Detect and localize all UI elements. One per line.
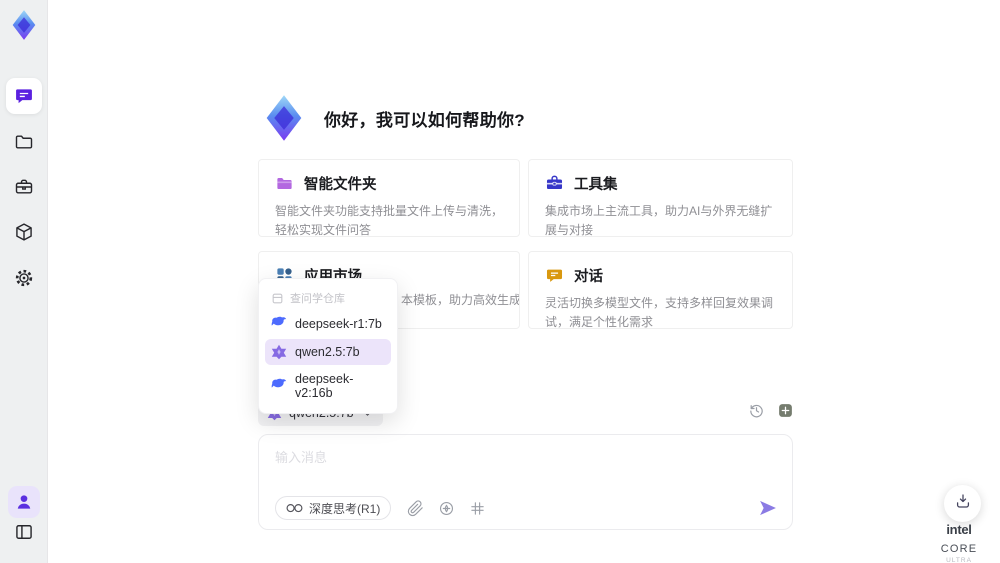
- composer-icons: [407, 499, 486, 517]
- intel-core-badge: intel core ultra: [926, 521, 992, 563]
- user-icon: [14, 492, 34, 512]
- sidebar: [0, 0, 48, 563]
- deep-think-toggle[interactable]: 深度思考(R1): [275, 496, 392, 520]
- card-desc: 灵活切换多模型文件，支持多样回复效果调试，满足个性化需求: [545, 296, 774, 329]
- card-chat[interactable]: 对话 灵活切换多模型文件，支持多样回复效果调试，满足个性化需求: [528, 251, 793, 329]
- greeting-title: 你好，我可以如何帮助你?: [324, 110, 525, 130]
- folder-filled-icon: [275, 174, 294, 193]
- intel-logo-text: intel: [946, 522, 972, 537]
- repo-icon: [271, 292, 284, 305]
- card-smart-folders[interactable]: 智能文件夹 智能文件夹功能支持批量文件上传与清洗，轻松实现文件问答: [258, 159, 520, 237]
- card-title: 对话: [574, 269, 603, 285]
- globe-icon[interactable]: [438, 500, 455, 517]
- download-icon: [954, 492, 972, 515]
- sidebar-item-models[interactable]: [6, 214, 42, 250]
- chat-icon: [14, 86, 34, 106]
- model-option-deepseek-v2[interactable]: deepseek-v2:16b: [265, 367, 391, 405]
- model-option-label: deepseek-v2:16b: [295, 372, 354, 400]
- deepseek-icon: [271, 378, 287, 394]
- assistant-logo-icon: [258, 92, 310, 144]
- composer: 深度思考(R1): [258, 434, 793, 530]
- chat-actions: [748, 402, 794, 419]
- download-button[interactable]: [944, 485, 981, 522]
- sidebar-item-folders[interactable]: [6, 124, 42, 160]
- cube-icon: [14, 222, 34, 242]
- deepthink-icon: [286, 503, 303, 514]
- sidebar-item-settings[interactable]: [6, 260, 42, 296]
- history-icon[interactable]: [748, 402, 765, 419]
- model-dropdown: 查问学仓库 deepseek-r1:7b qwen2.5:7b deepseek…: [258, 278, 398, 414]
- send-icon[interactable]: [758, 498, 778, 518]
- model-option-deepseek-r1[interactable]: deepseek-r1:7b: [265, 311, 391, 337]
- card-desc: 智能文件夹功能支持批量文件上传与清洗，轻松实现文件问答: [275, 204, 504, 237]
- card-desc-fragment: 本模板，助力高效生成多: [401, 293, 520, 307]
- ultra-logo-text: ultra: [946, 557, 972, 563]
- model-dropdown-header-label: 查问学仓库: [290, 293, 345, 305]
- app-window: 你好，我可以如何帮助你? 智能文件夹 智能文件夹功能支持批量文件上传与清洗，轻松…: [0, 0, 1000, 563]
- sidebar-item-collapse[interactable]: [6, 514, 42, 550]
- gear-icon: [14, 268, 34, 288]
- model-dropdown-header: 查问学仓库: [259, 283, 397, 309]
- hash-grid-icon[interactable]: [469, 500, 486, 517]
- card-toolset[interactable]: 工具集 集成市场上主流工具，助力AI与外界无缝扩展与对接: [528, 159, 793, 237]
- card-title: 智能文件夹: [304, 177, 377, 193]
- panel-icon: [14, 522, 34, 542]
- new-chat-icon[interactable]: [777, 402, 794, 419]
- briefcase-icon: [14, 177, 34, 197]
- deepseek-icon: [271, 316, 287, 332]
- paperclip-icon[interactable]: [407, 499, 424, 517]
- app-logo-icon[interactable]: [7, 8, 41, 42]
- chat-filled-icon: [545, 266, 564, 285]
- core-logo-text: core: [940, 542, 978, 555]
- model-option-label: qwen2.5:7b: [295, 345, 360, 359]
- folder-icon: [14, 132, 34, 152]
- sidebar-item-toolset[interactable]: [6, 169, 42, 205]
- model-option-qwen[interactable]: qwen2.5:7b: [265, 339, 391, 365]
- card-title: 工具集: [574, 177, 618, 193]
- deep-think-label: 深度思考(R1): [309, 501, 381, 516]
- model-option-label: deepseek-r1:7b: [295, 317, 382, 331]
- composer-toolbar: 深度思考(R1): [275, 496, 778, 520]
- sidebar-item-chat[interactable]: [6, 78, 42, 114]
- briefcase-filled-icon: [545, 174, 564, 193]
- qwen-icon: [271, 344, 287, 360]
- card-desc: 集成市场上主流工具，助力AI与外界无缝扩展与对接: [545, 204, 773, 237]
- greeting: 你好，我可以如何帮助你?: [258, 92, 525, 144]
- message-input[interactable]: [259, 435, 792, 493]
